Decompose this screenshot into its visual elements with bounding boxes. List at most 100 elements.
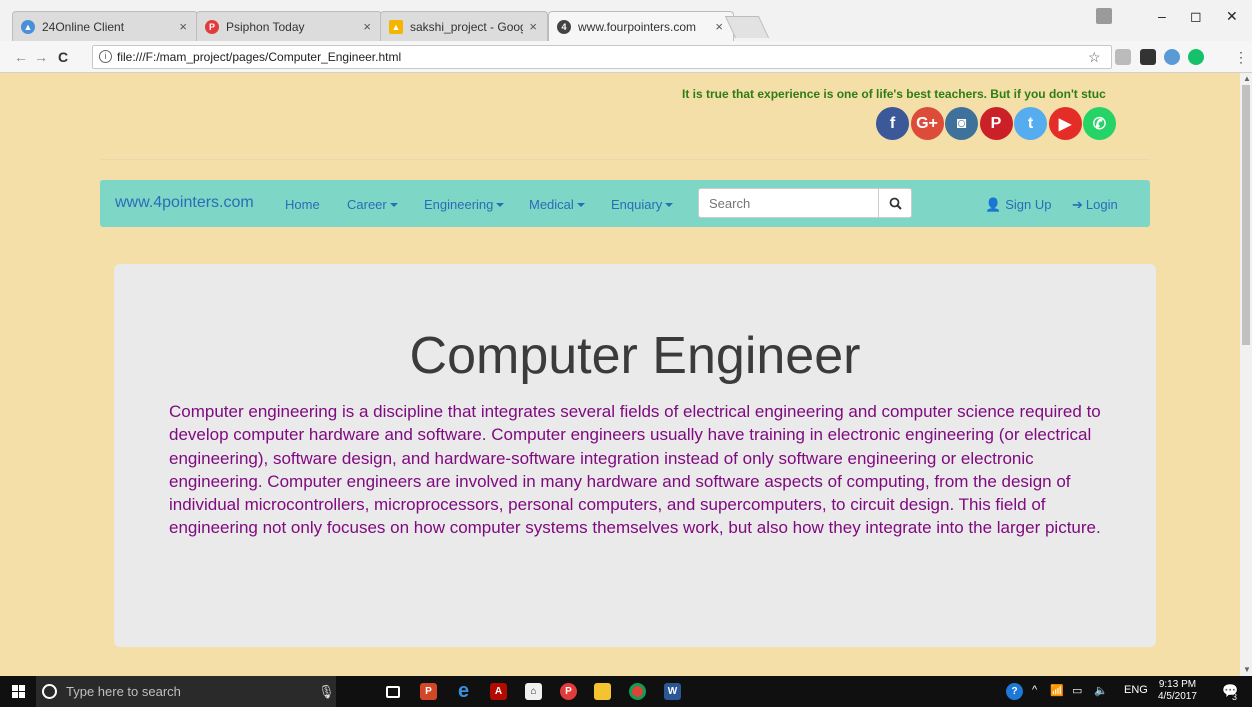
caret-down-icon [389, 203, 398, 207]
tab-label: www.fourpointers.com [578, 19, 697, 34]
cortana-icon [42, 684, 57, 699]
tab-psiphon[interactable]: P Psiphon Today × [196, 11, 382, 41]
nav-career[interactable]: Career [347, 197, 398, 212]
nav-enquiry[interactable]: Enquiary [611, 197, 674, 212]
login-icon: ➔ [1072, 197, 1083, 212]
nav-home[interactable]: Home [285, 197, 320, 212]
nav-career-label: Career [347, 197, 387, 212]
extension-icon[interactable] [1140, 49, 1156, 65]
powerpoint-icon[interactable]: P [420, 683, 437, 700]
fourpointers-favicon-icon: 4 [557, 19, 571, 34]
file-explorer-icon[interactable] [594, 683, 611, 700]
jumbotron: Computer Engineer Computer engineering i… [114, 264, 1156, 647]
24online-favicon-icon: ▲ [21, 19, 35, 34]
notification-count: 3 [1232, 692, 1238, 702]
vertical-scrollbar[interactable]: ▲ ▼ [1240, 73, 1252, 676]
caret-down-icon [576, 203, 585, 207]
nav-medical[interactable]: Medical [529, 197, 585, 212]
address-bar-row: ← → C i file:///F:/mam_project/pages/Com… [0, 41, 1252, 73]
nav-enquiry-label: Enquiary [611, 197, 663, 212]
youtube-icon[interactable]: ▶ [1048, 107, 1082, 140]
tab-24online[interactable]: ▲ 24Online Client × [12, 11, 198, 41]
forward-arrow-icon[interactable]: → [34, 49, 48, 65]
extension-icon[interactable] [1115, 49, 1131, 65]
microphone-icon[interactable]: 🎙 [318, 676, 335, 707]
acrobat-icon[interactable]: A [490, 683, 507, 700]
reload-icon[interactable]: C [58, 49, 68, 65]
close-window-button[interactable]: ✕ [1226, 8, 1238, 25]
tab-label: sakshi_project - Google D [410, 19, 524, 34]
info-icon[interactable]: i [99, 50, 112, 63]
wifi-icon[interactable]: 📶 [1050, 684, 1064, 697]
language-indicator[interactable]: ENG [1124, 684, 1148, 696]
clock[interactable]: 9:13 PM 4/5/2017 [1158, 679, 1197, 703]
page-title: Computer Engineer [409, 327, 861, 385]
caret-down-icon [496, 203, 505, 207]
nav-engineering-label: Engineering [424, 197, 494, 212]
windows-start-icon[interactable] [12, 685, 25, 698]
close-tab-icon[interactable]: × [363, 19, 371, 34]
facebook-icon[interactable]: f [876, 107, 909, 140]
search-input[interactable] [698, 188, 879, 218]
divider [100, 159, 1150, 160]
whatsapp-icon[interactable]: ✆ [1083, 107, 1116, 140]
taskbar-search-input[interactable]: Type here to search 🎙 [36, 676, 336, 707]
minimize-button[interactable]: – [1158, 8, 1166, 24]
word-icon[interactable]: W [664, 683, 681, 700]
task-view-icon[interactable] [386, 686, 400, 698]
edge-icon[interactable]: e [455, 680, 472, 702]
tab-strip: ▲ 24Online Client × P Psiphon Today × ▲ … [0, 0, 1252, 41]
back-arrow-icon[interactable]: ← [14, 49, 28, 65]
login-link[interactable]: ➔ Login [1072, 197, 1118, 213]
scroll-down-icon[interactable]: ▼ [1243, 665, 1251, 674]
page-viewport: It is true that experience is one of lif… [0, 73, 1240, 676]
marquee-quote: It is true that experience is one of lif… [682, 87, 1106, 101]
tab-sakshi-project[interactable]: ▲ sakshi_project - Google D × [380, 11, 548, 41]
nav-medical-label: Medical [529, 197, 574, 212]
brand-link[interactable]: www.4pointers.com [115, 194, 254, 212]
taskbar: Type here to search 🎙 P e A ⌂ P W ? ^ 📶 … [0, 676, 1252, 707]
psiphon-favicon-icon: P [205, 19, 219, 34]
scrollbar-thumb[interactable] [1242, 85, 1250, 345]
twitter-icon[interactable]: t [1014, 107, 1047, 140]
user-icon: 👤 [985, 197, 1002, 212]
search-button[interactable] [878, 188, 912, 218]
help-icon[interactable]: ? [1006, 683, 1023, 700]
close-tab-icon[interactable]: × [529, 19, 537, 34]
caret-down-icon [665, 203, 674, 207]
restore-button[interactable]: ◻ [1190, 8, 1202, 25]
nav-engineering[interactable]: Engineering [424, 197, 505, 212]
signup-label: Sign Up [1005, 197, 1052, 212]
google-plus-icon[interactable]: G+ [910, 107, 944, 140]
instagram-icon[interactable]: ◙ [945, 107, 978, 140]
chrome-icon[interactable] [629, 683, 646, 700]
extension-icon[interactable] [1164, 49, 1180, 65]
description-paragraph: Computer engineering is a discipline tha… [169, 402, 1101, 538]
psiphon-icon[interactable]: P [560, 683, 577, 700]
tab-label: Psiphon Today [226, 19, 305, 34]
taskbar-search-placeholder: Type here to search [66, 684, 181, 699]
main-navbar: www.4pointers.com Home Career Engineerin… [100, 180, 1150, 227]
scroll-up-icon[interactable]: ▲ [1243, 74, 1251, 83]
address-input[interactable]: i file:///F:/mam_project/pages/Computer_… [92, 45, 1112, 69]
close-tab-icon[interactable]: × [179, 19, 187, 34]
tab-label: 24Online Client [42, 19, 125, 34]
close-tab-icon[interactable]: × [715, 19, 723, 34]
show-hidden-icons-icon[interactable]: ^ [1032, 684, 1037, 696]
search-icon [889, 197, 902, 210]
clock-time: 9:13 PM [1158, 679, 1197, 690]
profile-icon[interactable] [1096, 8, 1112, 24]
clock-date: 4/5/2017 [1158, 691, 1197, 702]
volume-icon[interactable]: 🔈 [1094, 684, 1108, 697]
store-icon[interactable]: ⌂ [525, 683, 542, 700]
url-text: file:///F:/mam_project/pages/Computer_En… [117, 50, 402, 64]
battery-icon[interactable]: ▭ [1072, 684, 1082, 697]
pinterest-icon[interactable]: P [979, 107, 1013, 140]
bookmark-star-icon[interactable]: ☆ [1088, 49, 1101, 66]
menu-dots-icon[interactable]: ⋮ [1234, 49, 1248, 66]
tab-fourpointers[interactable]: 4 www.fourpointers.com × [548, 11, 734, 41]
login-label: Login [1085, 197, 1118, 212]
google-drive-favicon-icon: ▲ [389, 19, 403, 34]
signup-link[interactable]: 👤 Sign Up [985, 197, 1051, 213]
grammarly-icon[interactable] [1188, 49, 1204, 65]
